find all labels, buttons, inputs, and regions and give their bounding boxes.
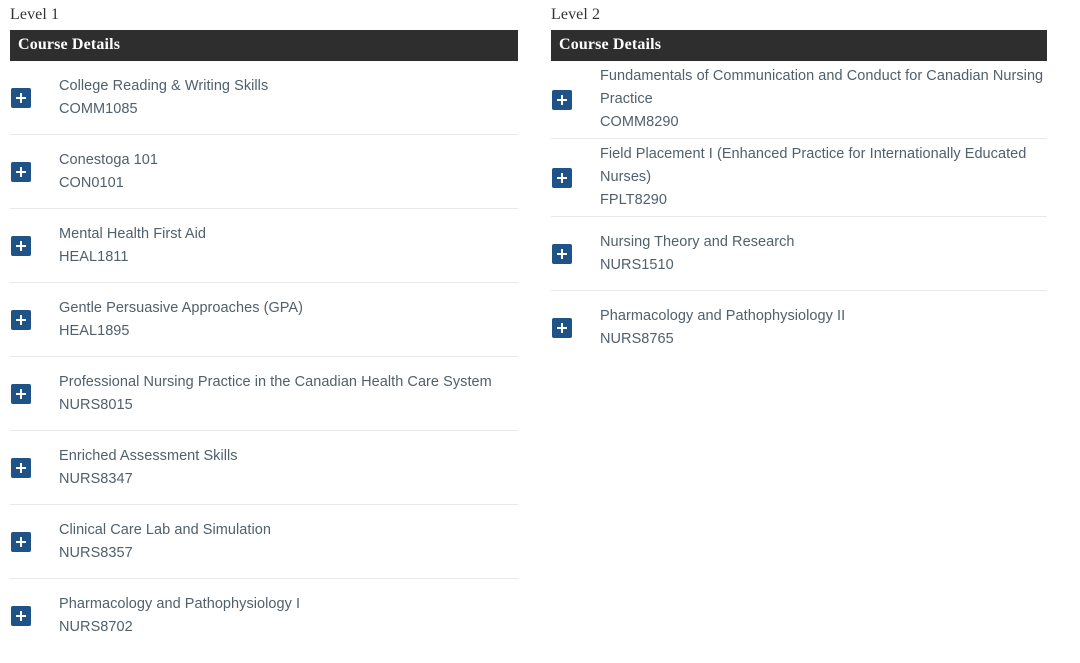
level-2-course-details-header: Course Details — [551, 30, 1047, 61]
table-row[interactable]: Conestoga 101 CON0101 — [10, 135, 518, 209]
course-info: Gentle Persuasive Approaches (GPA) HEAL1… — [59, 297, 518, 343]
table-row[interactable]: Clinical Care Lab and Simulation NURS835… — [10, 505, 518, 579]
course-name: College Reading & Writing Skills — [59, 77, 269, 94]
level-column-1: Level 1 Course Details College Reading &… — [0, 0, 529, 653]
course-info: Pharmacology and Pathophysiology I NURS8… — [59, 593, 518, 639]
plus-icon[interactable] — [11, 457, 31, 478]
table-row[interactable]: Field Placement I (Enhanced Practice for… — [551, 139, 1047, 217]
course-code: FPLT8290 — [600, 192, 668, 208]
level-2-title: Level 2 — [551, 6, 601, 23]
level-2-course-list: Fundamentals of Communication and Conduc… — [551, 61, 1047, 365]
course-name: Nursing Theory and Research — [600, 233, 795, 250]
level-column-2: Level 2 Course Details Fundamentals of C… — [540, 0, 1069, 365]
course-code: NURS8015 — [59, 396, 133, 413]
course-name: Clinical Care Lab and Simulation — [59, 521, 271, 538]
plus-icon[interactable] — [552, 243, 572, 264]
plus-icon[interactable] — [11, 235, 31, 256]
table-row[interactable]: Enriched Assessment Skills NURS8347 — [10, 431, 518, 505]
plus-icon[interactable] — [552, 318, 572, 338]
plus-icon[interactable] — [11, 531, 31, 552]
course-code: NURS8347 — [59, 470, 133, 487]
course-info: Pharmacology and Pathophysiology II NURS… — [600, 305, 1047, 351]
course-code: COMM8290 — [600, 114, 679, 130]
course-code: NURS8702 — [59, 619, 133, 635]
level-1-course-list: College Reading & Writing Skills COMM108… — [10, 61, 518, 653]
course-code: CON0101 — [59, 174, 124, 191]
course-code: NURS1510 — [600, 256, 674, 273]
course-code: HEAL1895 — [59, 322, 130, 339]
plus-icon[interactable] — [11, 161, 31, 182]
course-info: Fundamentals of Communication and Conduc… — [600, 65, 1047, 134]
plus-icon[interactable] — [11, 383, 31, 404]
table-row[interactable]: Nursing Theory and Research NURS1510 — [551, 217, 1047, 291]
plus-icon[interactable] — [11, 606, 31, 626]
course-info: Clinical Care Lab and Simulation NURS835… — [59, 519, 518, 565]
level-1-course-details-header: Course Details — [10, 30, 518, 61]
course-code: COMM1085 — [59, 100, 138, 117]
plus-icon[interactable] — [11, 87, 31, 108]
course-name: Pharmacology and Pathophysiology II — [600, 308, 846, 324]
course-code: HEAL1811 — [59, 248, 129, 265]
course-name: Mental Health First Aid — [59, 225, 207, 242]
course-code: NURS8765 — [600, 331, 674, 347]
course-info: Professional Nursing Practice in the Can… — [59, 371, 518, 417]
table-row[interactable]: Pharmacology and Pathophysiology II NURS… — [551, 291, 1047, 365]
table-row[interactable]: Fundamentals of Communication and Conduc… — [551, 61, 1047, 139]
course-name: Fundamentals of Communication and Conduc… — [600, 68, 1044, 107]
course-levels-page: Level 1 Course Details College Reading &… — [0, 0, 1080, 663]
course-info: Mental Health First Aid HEAL1811 — [59, 223, 518, 269]
course-name: Professional Nursing Practice in the Can… — [59, 373, 492, 390]
course-name: Gentle Persuasive Approaches (GPA) — [59, 299, 304, 316]
plus-icon[interactable] — [552, 89, 572, 110]
course-info: Conestoga 101 CON0101 — [59, 149, 518, 195]
course-name: Pharmacology and Pathophysiology I — [59, 596, 301, 612]
course-name: Field Placement I (Enhanced Practice for… — [600, 146, 1027, 185]
course-info: Nursing Theory and Research NURS1510 — [600, 231, 1047, 277]
plus-icon[interactable] — [552, 167, 572, 188]
table-row[interactable]: Gentle Persuasive Approaches (GPA) HEAL1… — [10, 283, 518, 357]
table-row[interactable]: Mental Health First Aid HEAL1811 — [10, 209, 518, 283]
level-1-title: Level 1 — [10, 6, 60, 23]
course-info: College Reading & Writing Skills COMM108… — [59, 75, 518, 121]
table-row[interactable]: Pharmacology and Pathophysiology I NURS8… — [10, 579, 518, 653]
plus-icon[interactable] — [11, 309, 31, 330]
table-row[interactable]: Professional Nursing Practice in the Can… — [10, 357, 518, 431]
course-name: Enriched Assessment Skills — [59, 447, 238, 464]
course-name: Conestoga 101 — [59, 151, 159, 168]
course-info: Enriched Assessment Skills NURS8347 — [59, 445, 518, 491]
course-code: NURS8357 — [59, 544, 133, 561]
course-info: Field Placement I (Enhanced Practice for… — [600, 143, 1047, 212]
level-columns-container: Level 1 Course Details College Reading &… — [0, 0, 1080, 653]
table-row[interactable]: College Reading & Writing Skills COMM108… — [10, 61, 518, 135]
